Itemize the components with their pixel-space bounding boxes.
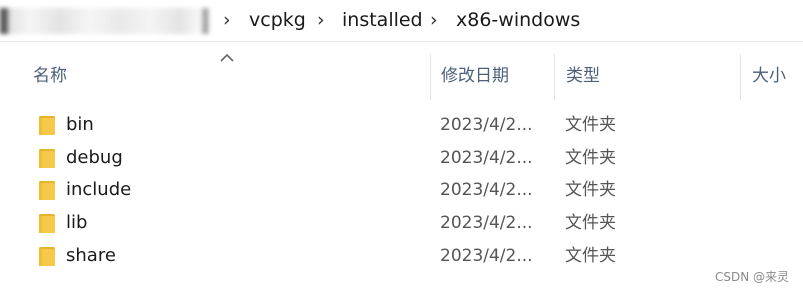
file-name: debug (66, 147, 123, 168)
list-item[interactable]: include 2023/4/2... 文件夹 (30, 174, 770, 206)
file-date: 2023/4/2... (440, 213, 533, 233)
folder-icon (39, 149, 55, 168)
column-divider[interactable] (430, 54, 431, 100)
file-name: include (66, 179, 132, 200)
breadcrumb-separator: › (223, 9, 231, 31)
column-header-type[interactable]: 类型 (566, 65, 600, 87)
file-type: 文件夹 (565, 180, 616, 200)
list-item[interactable]: lib 2023/4/2... 文件夹 (30, 207, 770, 239)
file-name: bin (66, 114, 94, 135)
file-type: 文件夹 (565, 246, 616, 266)
file-type: 文件夹 (565, 213, 616, 233)
file-date: 2023/4/2... (440, 148, 533, 168)
column-header-date[interactable]: 修改日期 (441, 65, 509, 87)
column-header-name[interactable]: 名称 (33, 65, 67, 87)
folder-icon (39, 181, 55, 200)
list-item[interactable]: share 2023/4/2... 文件夹 (30, 240, 770, 272)
column-divider[interactable] (554, 54, 555, 100)
file-date: 2023/4/2... (440, 180, 533, 200)
file-name: lib (66, 212, 88, 233)
breadcrumb-item-vcpkg[interactable]: vcpkg (249, 8, 306, 32)
list-item[interactable]: debug 2023/4/2... 文件夹 (30, 142, 770, 174)
file-date: 2023/4/2... (440, 115, 533, 135)
breadcrumb-item-x86-windows[interactable]: x86-windows (456, 8, 580, 32)
column-divider[interactable] (740, 54, 741, 100)
folder-icon (39, 116, 55, 135)
watermark: CSDN @来灵 (714, 270, 789, 284)
breadcrumb-separator: › (317, 9, 325, 31)
breadcrumb-separator: › (430, 9, 438, 31)
chevron-up-icon (220, 53, 234, 62)
breadcrumb-redacted-path (0, 8, 210, 34)
column-header-size[interactable]: 大小 (752, 65, 786, 87)
file-type: 文件夹 (565, 148, 616, 168)
breadcrumb-item-installed[interactable]: installed (342, 8, 423, 32)
file-type: 文件夹 (565, 115, 616, 135)
file-name: share (66, 245, 116, 266)
folder-icon (39, 214, 55, 233)
address-bar[interactable]: › vcpkg › installed › x86-windows (0, 0, 803, 42)
file-date: 2023/4/2... (440, 246, 533, 266)
list-item[interactable]: bin 2023/4/2... 文件夹 (30, 109, 770, 141)
folder-icon (39, 247, 55, 266)
